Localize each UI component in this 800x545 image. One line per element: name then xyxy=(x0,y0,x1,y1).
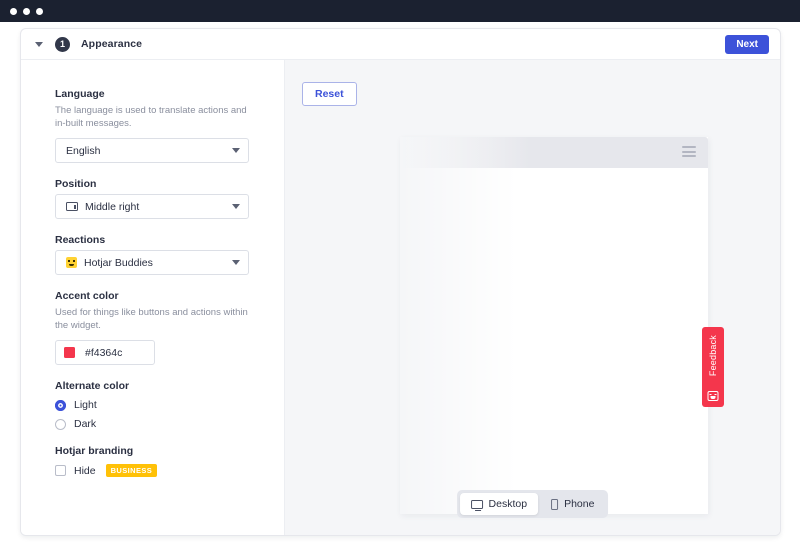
radio-dark-label: Dark xyxy=(74,418,97,431)
field-accent-color: Accent color Used for things like button… xyxy=(55,290,284,366)
settings-card: 1 Appearance Next Language The language … xyxy=(20,28,781,536)
window-dot-close[interactable] xyxy=(10,7,17,15)
feedback-widget-tab[interactable]: Feedback xyxy=(702,327,724,407)
device-desktop-button[interactable]: Desktop xyxy=(459,493,539,515)
window-dot-maximize[interactable] xyxy=(36,7,43,15)
alternate-color-label: Alternate color xyxy=(55,380,130,393)
radio-light-label: Light xyxy=(74,399,97,412)
color-swatch xyxy=(64,347,75,359)
language-help: The language is used to translate action… xyxy=(55,105,247,130)
card-body: Language The language is used to transla… xyxy=(21,60,780,535)
position-value: Middle right xyxy=(85,200,140,213)
desktop-icon xyxy=(470,499,483,511)
hide-branding-checkbox-row[interactable]: Hide BUSINESS xyxy=(55,464,284,478)
window-titlebar xyxy=(0,0,800,22)
reset-button[interactable]: Reset xyxy=(302,82,357,106)
chevron-down-icon xyxy=(232,204,240,210)
reactions-value: Hotjar Buddies xyxy=(84,256,153,269)
status-badge: BUSINESS xyxy=(105,464,158,478)
feedback-tab-label: Feedback xyxy=(708,335,718,377)
chevron-down-icon xyxy=(232,148,240,154)
device-phone-button[interactable]: Phone xyxy=(540,493,605,515)
radio-icon xyxy=(55,418,66,430)
language-value: English xyxy=(66,144,101,157)
hotjar-branding-label: Hotjar branding xyxy=(55,445,134,458)
window-dot-minimize[interactable] xyxy=(23,7,30,15)
radio-light[interactable]: Light xyxy=(55,399,284,411)
settings-form-pane: Language The language is used to transla… xyxy=(21,60,285,535)
hide-branding-label: Hide xyxy=(74,464,96,477)
radio-icon-selected xyxy=(55,399,66,411)
field-position: Position Middle right xyxy=(55,178,284,220)
phone-icon xyxy=(551,498,559,510)
app-root: 1 Appearance Next Language The language … xyxy=(0,0,800,545)
accent-color-help: Used for things like buttons and actions… xyxy=(55,307,248,332)
position-select[interactable]: Middle right xyxy=(55,194,249,220)
language-label: Language xyxy=(55,88,105,100)
step-badge: 1 xyxy=(55,36,70,52)
device-toggle: Desktop Phone xyxy=(456,490,609,518)
reactions-label: Reactions xyxy=(55,234,106,247)
preview-pane: Reset Feedback Desktop Phone xyxy=(285,60,780,535)
field-hotjar-branding: Hotjar branding Hide BUSINESS xyxy=(55,445,284,478)
field-reactions: Reactions Hotjar Buddies xyxy=(55,234,284,276)
language-select[interactable]: English xyxy=(55,138,249,164)
checkbox-icon xyxy=(55,465,66,477)
hamburger-menu-icon[interactable] xyxy=(682,146,696,157)
preview-stage: Feedback xyxy=(400,137,724,514)
chevron-down-icon xyxy=(232,260,240,266)
next-button[interactable]: Next xyxy=(725,35,769,54)
smiley-face-icon xyxy=(707,391,719,401)
field-alternate-color: Alternate color Light Dark xyxy=(55,380,284,430)
device-phone-label: Phone xyxy=(564,498,595,510)
device-desktop-label: Desktop xyxy=(488,498,528,510)
reactions-select[interactable]: Hotjar Buddies xyxy=(55,250,249,276)
position-middle-right-icon xyxy=(66,202,78,212)
page-title: Appearance xyxy=(81,38,143,50)
preview-topbar xyxy=(400,137,708,168)
smiley-icon xyxy=(66,257,77,269)
accent-color-input[interactable]: #f4364c xyxy=(55,340,155,366)
card-header: 1 Appearance Next xyxy=(21,29,780,60)
accent-color-label: Accent color xyxy=(55,290,119,303)
position-label: Position xyxy=(55,178,97,191)
field-language: Language The language is used to transla… xyxy=(55,88,284,164)
radio-dark[interactable]: Dark xyxy=(55,418,284,430)
accent-color-value: #f4364c xyxy=(85,346,123,359)
chevron-down-icon[interactable] xyxy=(35,41,43,47)
